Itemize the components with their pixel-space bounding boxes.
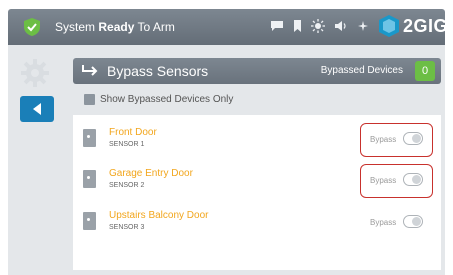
door-sensor-icon [83, 212, 96, 230]
gear-icon[interactable] [20, 58, 50, 88]
bypass-label: Bypass [370, 218, 397, 227]
sensor-name: Front Door [109, 127, 157, 138]
bypass-label: Bypass [370, 176, 397, 185]
bypassed-devices-label: Bypassed Devices [320, 65, 403, 76]
brand-logo: 2GIG [378, 14, 448, 38]
door-sensor-icon [83, 129, 96, 147]
sensor-list: Front Door SENSOR 1 Bypass Garage Entry … [73, 115, 441, 270]
bookmark-icon[interactable] [293, 20, 302, 32]
bypass-toggle[interactable] [403, 215, 423, 228]
back-arrow-icon [33, 103, 41, 115]
back-button[interactable] [20, 96, 54, 122]
bypassed-count-badge: 0 [415, 61, 435, 81]
sensor-number: SENSOR 1 [109, 141, 145, 148]
sensor-number: SENSOR 3 [109, 224, 145, 231]
checkbox-box[interactable] [84, 94, 95, 105]
bypass-sensors-header: Bypass Sensors Bypassed Devices 0 [73, 58, 441, 84]
status-suffix: To Arm [134, 20, 175, 34]
chat-icon[interactable] [270, 20, 284, 32]
brand-mark-icon [379, 15, 399, 37]
show-bypassed-only-checkbox[interactable]: Show Bypassed Devices Only [84, 94, 233, 105]
wifi-icon[interactable] [357, 20, 369, 32]
page-title: Bypass Sensors [107, 63, 209, 79]
system-status-text: System Ready To Arm [55, 20, 175, 34]
bypass-arrow-icon [82, 65, 98, 76]
bypass-toggle[interactable] [403, 173, 423, 186]
bypass-toggle[interactable] [403, 132, 423, 145]
brightness-icon[interactable] [311, 19, 325, 33]
sensor-row-garage-entry-door: Garage Entry Door SENSOR 2 Bypass [73, 162, 441, 204]
sensor-name: Garage Entry Door [109, 168, 193, 179]
volume-icon[interactable] [334, 20, 348, 32]
sensor-number: SENSOR 2 [109, 182, 145, 189]
status-prefix: System [55, 20, 96, 34]
show-bypassed-only-label: Show Bypassed Devices Only [100, 94, 234, 105]
status-icons [270, 19, 369, 33]
status-ready: Ready [98, 20, 135, 34]
bypass-label: Bypass [370, 135, 397, 144]
sensor-row-front-door: Front Door SENSOR 1 Bypass [73, 121, 441, 163]
sensor-row-upstairs-balcony-door: Upstairs Balcony Door SENSOR 3 Bypass [73, 204, 441, 246]
shield-check-icon [24, 18, 40, 36]
sensor-name: Upstairs Balcony Door [109, 210, 209, 221]
door-sensor-icon [83, 170, 96, 188]
brand-name: 2GIG [403, 15, 449, 36]
status-bar: System Ready To Arm 2GIG [8, 9, 448, 45]
